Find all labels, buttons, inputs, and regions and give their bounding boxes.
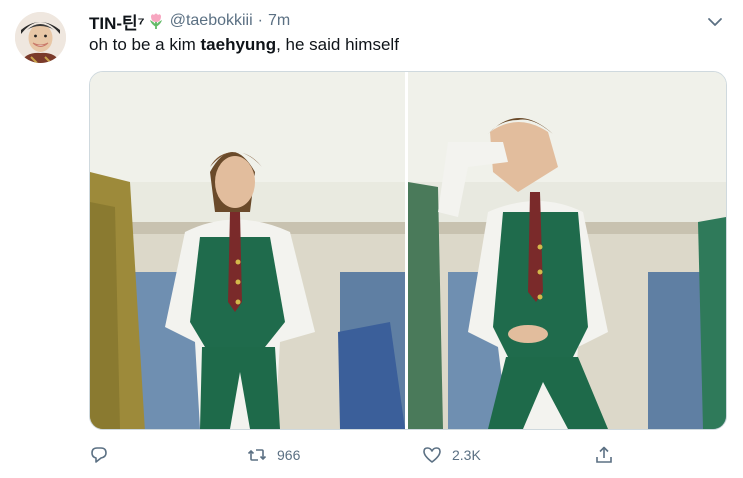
tweet-text-end: , he said himself [276, 35, 399, 54]
tweet-header: TIN-틴⁷ @taebokkiii · 7m [89, 9, 703, 33]
tweet-actions: 966 2.3K [89, 440, 725, 470]
retweet-icon [247, 449, 267, 461]
media-grid [89, 71, 727, 430]
user-avatar[interactable] [15, 12, 66, 63]
photo-2[interactable] [408, 72, 726, 429]
tweet-text-bold: taehyung [200, 35, 277, 54]
retweet-count: 966 [277, 447, 301, 463]
heart-icon [423, 447, 441, 463]
chevron-down-icon[interactable] [704, 11, 726, 33]
like-button[interactable]: 2.3K [422, 440, 481, 470]
reply-button[interactable] [89, 440, 119, 470]
tweet-text: oh to be a kim taehyung, he said himself [89, 35, 399, 55]
photo-1[interactable] [90, 72, 405, 429]
user-handle[interactable]: @taebokkiii [170, 12, 253, 30]
like-count: 2.3K [452, 447, 481, 463]
display-name[interactable]: TIN-틴⁷ [89, 9, 145, 34]
tweet-text-start: oh to be a kim [89, 35, 201, 54]
separator-dot: · [257, 12, 263, 29]
share-button[interactable] [594, 440, 624, 470]
share-icon [596, 446, 612, 463]
tweet[interactable]: TIN-틴⁷ @taebokkiii · 7m oh to be a kim t… [0, 0, 743, 478]
reply-icon [91, 447, 107, 463]
tulip-emoji-icon [149, 13, 162, 29]
timestamp[interactable]: 7m [268, 12, 290, 30]
retweet-button[interactable]: 966 [247, 440, 300, 470]
